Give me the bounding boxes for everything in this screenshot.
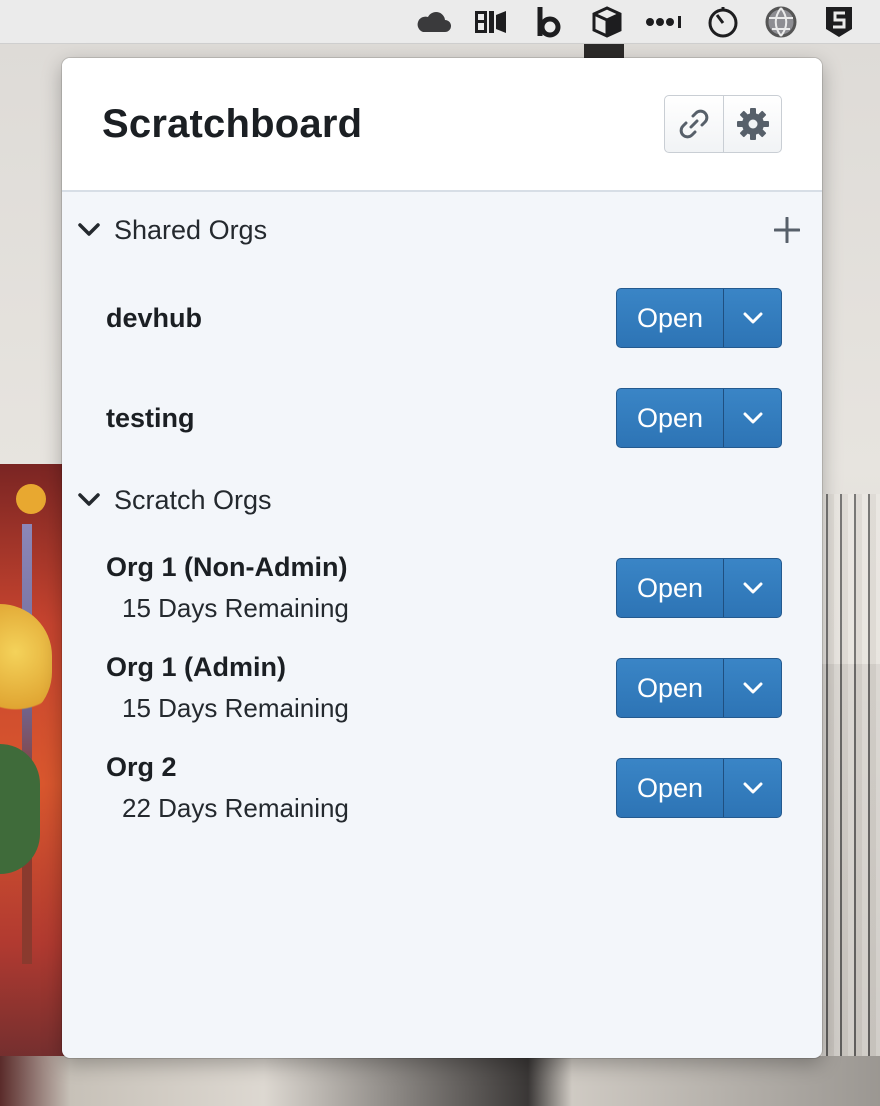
scratchboard-popover: Scratchboard Shared Orgs devhub Open tes… [62,58,822,1058]
s-shield-icon[interactable] [810,0,868,44]
open-options-dropdown[interactable] [723,389,781,447]
days-remaining: 22 Days Remaining [122,793,349,823]
dots-icon[interactable] [636,0,694,44]
org-row-org1-admin: Org 1 (Admin) 15 Days Remaining Open [62,638,822,738]
chevron-down-icon [78,223,100,237]
open-options-dropdown[interactable] [723,289,781,347]
shared-orgs-label: Shared Orgs [114,214,268,245]
gear-icon [736,108,769,140]
popover-header: Scratchboard [62,58,822,192]
box-icon[interactable] [578,0,636,44]
org-name: devhub [106,302,203,333]
org-name: Org 1 (Admin) [106,652,286,682]
plus-icon [774,217,800,243]
open-button[interactable]: Open [617,659,723,717]
cloud-icon[interactable] [404,0,462,44]
globe-icon[interactable] [752,0,810,44]
add-org-button[interactable] [774,217,800,243]
page-title: Scratchboard [102,101,363,146]
header-button-group [664,95,782,153]
settings-button[interactable] [723,96,781,152]
scratch-orgs-header[interactable]: Scratch Orgs [62,462,822,538]
open-split-button: Open [616,558,782,618]
link-icon [679,109,709,139]
org-name: testing [106,402,195,433]
chevron-down-icon [743,782,762,794]
org-row-org1-non-admin: Org 1 (Non-Admin) 15 Days Remaining Open [62,538,822,638]
timer-icon[interactable] [694,0,752,44]
open-split-button: Open [616,388,782,448]
open-split-button: Open [616,758,782,818]
org-row-org2: Org 2 22 Days Remaining Open [62,738,822,838]
b-icon[interactable] [520,0,578,44]
chevron-down-icon [743,312,762,324]
org-name: Org 1 (Non-Admin) [106,552,348,582]
bi-video-icon[interactable] [462,0,520,44]
days-remaining: 15 Days Remaining [122,593,349,623]
open-button[interactable]: Open [617,559,723,617]
link-button[interactable] [665,96,723,152]
open-button[interactable]: Open [617,389,723,447]
open-split-button: Open [616,288,782,348]
days-remaining: 15 Days Remaining [122,693,349,723]
open-options-dropdown[interactable] [723,759,781,817]
open-options-dropdown[interactable] [723,659,781,717]
chevron-down-icon [743,582,762,594]
open-options-dropdown[interactable] [723,559,781,617]
chevron-down-icon [743,412,762,424]
org-row-devhub: devhub Open [62,268,822,368]
chevron-down-icon [743,682,762,694]
menu-bar [0,0,880,44]
open-split-button: Open [616,658,782,718]
chevron-down-icon [78,493,100,507]
open-button[interactable]: Open [617,759,723,817]
scratch-orgs-label: Scratch Orgs [114,484,272,515]
org-name: Org 2 [106,752,177,782]
shared-orgs-header[interactable]: Shared Orgs [62,192,822,268]
org-row-testing: testing Open [62,368,822,468]
open-button[interactable]: Open [617,289,723,347]
